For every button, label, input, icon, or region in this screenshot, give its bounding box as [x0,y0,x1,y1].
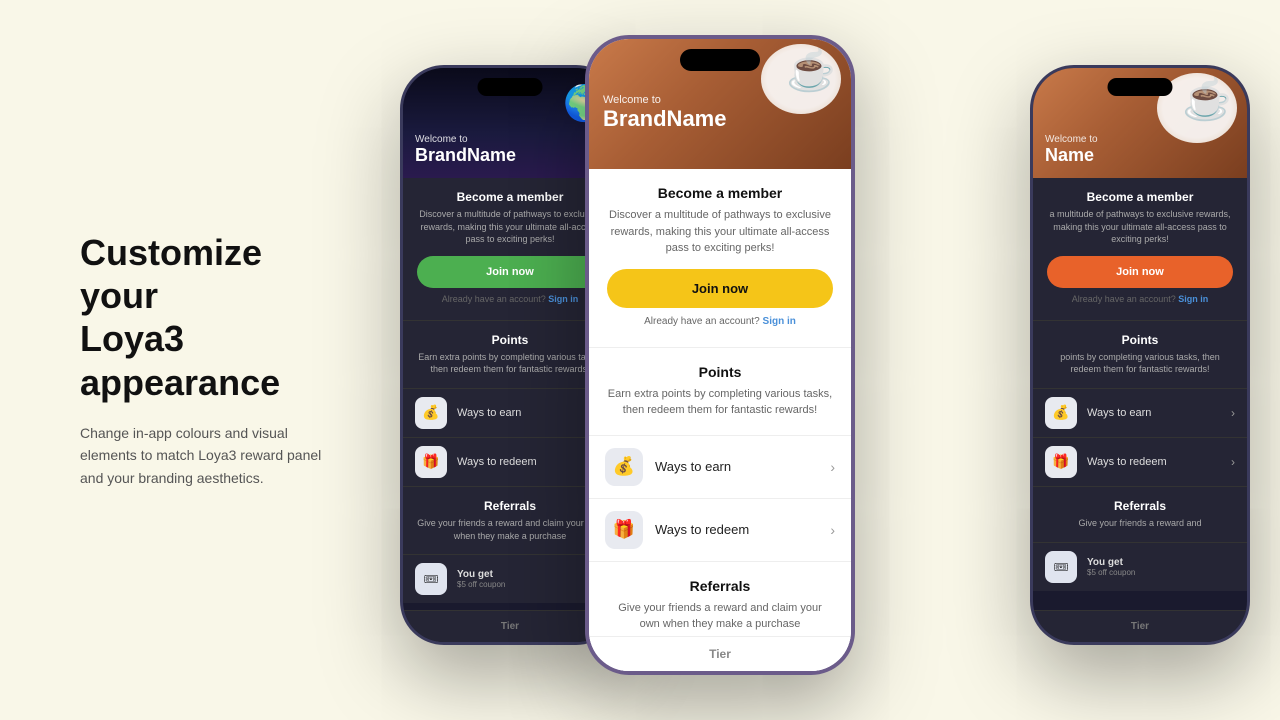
phone-center-signin-text: Already have an account? Sign in [607,316,833,327]
chevron-redeem-right: › [1231,455,1235,469]
phone-right-you-get-item: 🎟 You get $5 off coupon [1033,543,1247,591]
chevron-earn-right: › [1231,406,1235,420]
ways-redeem-icon-left: 🎁 [415,446,447,478]
phone-center-tier-bar[interactable]: Tier [589,636,851,671]
page-title: Customize your Loya3 appearance [80,231,340,404]
phone-right-join-button[interactable]: Join now [1047,256,1233,288]
chevron-right-earn: › [830,459,835,475]
phone-right-signin-text: Already have an account? Sign in [1047,294,1233,304]
ways-earn-icon-right: 💰 [1045,397,1077,429]
notch-left [478,78,543,96]
ways-redeem-icon-right: 🎁 [1045,446,1077,478]
phone-right-ways-redeem-item[interactable]: 🎁 Ways to redeem › [1033,438,1247,487]
phone-left-join-button[interactable]: Join now [417,256,603,288]
phone-right-points-section: Points points by completing various task… [1033,321,1247,389]
ways-earn-icon-center: 💰 [605,448,643,486]
phone-center-member-section: Become a member Discover a multitude of … [589,169,851,348]
phone-center: Welcome to BrandName Become a member Dis… [585,35,855,675]
phone-right-header-text: Welcome to Name [1045,134,1098,166]
notch-right [1108,78,1173,96]
left-section: Customize your Loya3 appearance Change i… [0,231,340,489]
phone-left-signin-text: Already have an account? Sign in [417,294,603,304]
phone-center-points-section: Points Earn extra points by completing v… [589,348,851,436]
phone-center-ways-redeem-item[interactable]: 🎁 Ways to redeem › [589,499,851,562]
phone-right: Welcome to Name Become a member a multit… [1030,65,1250,645]
phone-right-member-section: Become a member a multitude of pathways … [1033,178,1247,321]
chevron-right-redeem: › [830,522,835,538]
phone-center-join-button[interactable]: Join now [607,269,833,308]
phone-right-ways-earn-item[interactable]: 💰 Ways to earn › [1033,389,1247,438]
phone-center-header-text: Welcome to BrandName [603,94,726,132]
phone-right-content: Become a member a multitude of pathways … [1033,178,1247,591]
page-description: Change in-app colours and visual element… [80,422,340,489]
phone-left-header-text: Welcome to BrandName [415,134,516,166]
you-get-icon-left: 🎟 [415,563,447,595]
phone-center-ways-earn-item[interactable]: 💰 Ways to earn › [589,436,851,499]
phones-container: Welcome to BrandName Become a member Dis… [340,0,1280,720]
phone-right-referrals-section: Referrals Give your friends a reward and [1033,487,1247,543]
phone-center-content: Become a member Discover a multitude of … [589,169,851,675]
notch-center [680,49,760,71]
ways-earn-icon-left: 💰 [415,397,447,429]
ways-redeem-icon-center: 🎁 [605,511,643,549]
you-get-icon-right: 🎟 [1045,551,1077,583]
